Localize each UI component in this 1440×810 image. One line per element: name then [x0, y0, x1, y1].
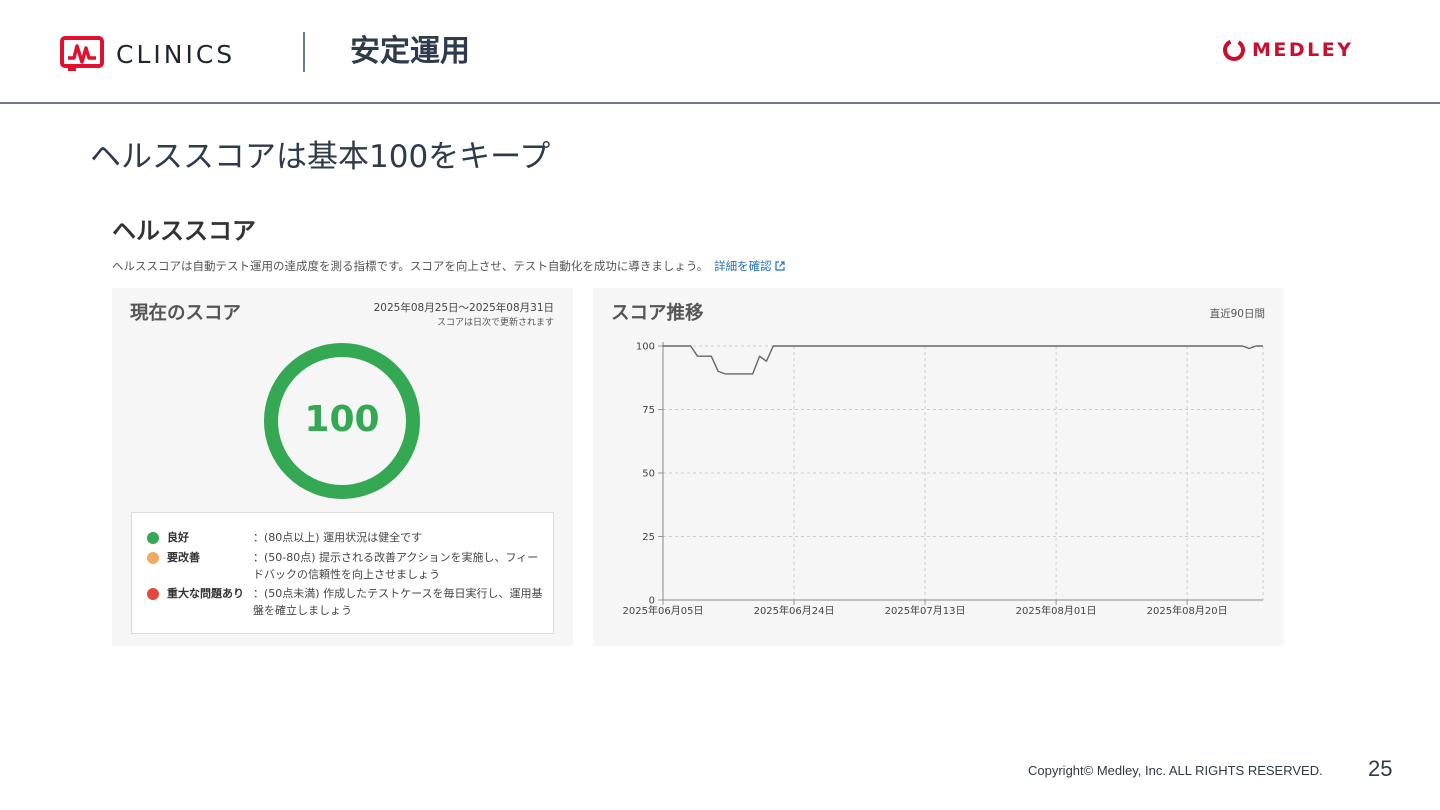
legend-name-critical: 重大な問題あり — [167, 587, 244, 600]
slide-heading: ヘルススコアは基本100をキープ — [90, 139, 551, 175]
header-rule — [0, 102, 1440, 104]
slide-header: CLINICS 安定運用 MEDLEY — [0, 0, 1440, 104]
legend-name-good: 良好 — [167, 531, 189, 544]
medley-wordmark: MEDLEY — [1252, 39, 1354, 61]
x-tick-label: 2025年08月20日 — [1147, 604, 1228, 617]
copyright: Copyright© Medley, Inc. ALL RIGHTS RESER… — [1028, 763, 1323, 778]
health-score-description: ヘルススコアは自動テスト運用の達成度を測る指標です。スコアを向上させ、テスト自動… — [112, 258, 785, 274]
score-legend: 良好 ：(80点以上) 運用状況は健全です 要改善 ：(50-80点) 提示され… — [131, 512, 554, 634]
current-score-value: 100 — [304, 399, 380, 440]
description-text: ヘルススコアは自動テスト運用の達成度を測る指標です。スコアを向上させ、テスト自動… — [112, 259, 709, 273]
section-title: 安定運用 — [350, 34, 470, 69]
legend-item-critical: 重大な問題あり ：(50点未満) 作成したテストケースを毎日実行し、運用基盤を確… — [147, 585, 543, 619]
x-tick-label: 2025年06月24日 — [754, 604, 835, 617]
legend-desc-good: ：(80点以上) 運用状況は健全です — [253, 531, 423, 544]
legend-desc-critical: ：(50点未満) 作成したテストケースを毎日実行し、運用基盤を確立しましょう — [253, 587, 543, 617]
y-tick-label: 25 — [642, 532, 655, 543]
legend-item-needs-improvement: 要改善 ：(50-80点) 提示される改善アクションを実施し、フィードバックの信… — [147, 549, 543, 583]
y-tick-label: 50 — [642, 469, 655, 480]
legend-desc-needs-improvement: ：(50-80点) 提示される改善アクションを実施し、フィードバックの信頼性を向… — [253, 551, 539, 581]
score-series-line — [663, 345, 1263, 375]
page-number: 25 — [1368, 756, 1393, 781]
medley-logo: MEDLEY — [1222, 38, 1354, 62]
medley-logo-icon — [1223, 39, 1245, 61]
health-score-title: ヘルススコア — [112, 217, 256, 245]
details-link[interactable]: 詳細を確認 — [714, 259, 785, 273]
clinics-wordmark: CLINICS — [116, 39, 236, 69]
current-score-title: 現在のスコア — [130, 303, 242, 324]
x-tick-label: 2025年08月01日 — [1016, 604, 1097, 617]
y-tick-label: 100 — [636, 342, 655, 353]
legend-name-needs-improvement: 要改善 — [167, 551, 200, 564]
score-trend-chart: 0 25 50 75 100 2025年06月05日 2025年06月24日 2025年07月… — [623, 342, 1264, 617]
x-tick-label: 2025年06月05日 — [623, 604, 704, 617]
y-tick-label: 0 — [649, 596, 655, 607]
current-score-panel: 現在のスコア 2025年08月25日〜2025年08月31日 スコアは日次で更新… — [112, 288, 573, 646]
x-tick-label: 2025年07月13日 — [885, 604, 966, 617]
legend-item-good: 良好 ：(80点以上) 運用状況は健全です — [147, 529, 543, 546]
score-period-note: スコアは日次で更新されます — [436, 318, 554, 328]
header-divider — [303, 32, 305, 72]
score-period: 2025年08月25日〜2025年08月31日 — [373, 302, 554, 314]
legend-dot-good — [147, 531, 159, 544]
score-trend-panel: スコア推移 直近90日間 0 25 50 75 100 2025年06月05日 2025年0… — [593, 288, 1284, 646]
clinics-logo-icon — [60, 36, 104, 71]
legend-dot-needs-improvement — [147, 551, 159, 564]
details-link-label: 詳細を確認 — [714, 259, 772, 273]
external-link-icon — [775, 261, 785, 271]
clinics-logo: CLINICS — [60, 36, 235, 72]
y-tick-label: 75 — [642, 405, 655, 416]
legend-dot-critical — [147, 587, 159, 600]
